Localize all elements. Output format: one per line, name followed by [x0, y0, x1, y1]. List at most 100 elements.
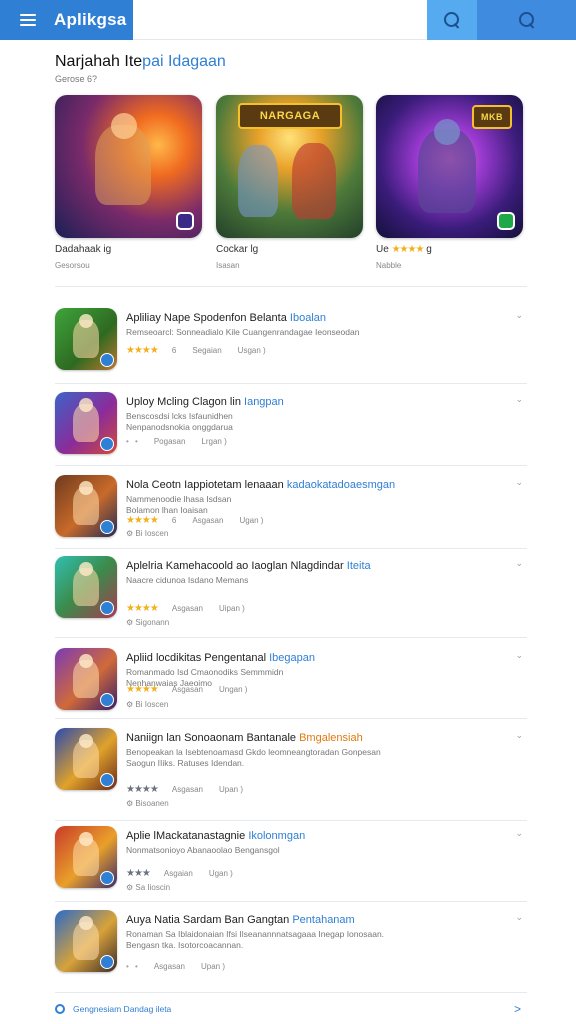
item-extra: ⚙ Bisoanen [126, 799, 169, 808]
rating-stars: ★★★★ [126, 684, 159, 695]
item-title: Nola Ceotn Iappiotetam lenaaan kadaokata… [126, 479, 396, 491]
chevron-down-icon[interactable]: ⌄ [515, 650, 523, 661]
app-title: Aplikgsa [54, 10, 127, 29]
app-icon[interactable] [55, 475, 117, 537]
app-icon[interactable] [55, 728, 117, 790]
search-button-secondary[interactable] [477, 0, 576, 40]
chevron-down-icon[interactable]: ⌄ [515, 828, 523, 839]
chevron-down-icon[interactable]: ⌄ [515, 558, 523, 569]
app-icon[interactable] [55, 308, 117, 370]
footer-link[interactable]: Gengnesiam Dandag ileta > [55, 1002, 527, 1016]
game-logo: MKB [472, 105, 512, 129]
search-icon [518, 11, 536, 29]
list-item[interactable]: Uploy Mcling Clagon lin Iangpan Benscosd… [55, 392, 527, 474]
rating-stars: ★★★★ [126, 345, 159, 356]
app-icon[interactable] [55, 826, 117, 888]
app-icon[interactable] [55, 648, 117, 710]
rating-stars: ★★★★ [126, 515, 159, 526]
search-button[interactable] [427, 0, 477, 40]
featured-card[interactable]: MKB Ue ★★★★ g Nabble [376, 95, 523, 270]
chevron-right-icon[interactable]: > [514, 1002, 521, 1016]
featured-image[interactable] [55, 95, 202, 238]
item-title: Aplelria Kamehacoold ao Iaoglan Nlagdind… [126, 560, 371, 572]
item-description: Ronaman Sa Iblaidonaian Ifsi Ilseanannna… [126, 929, 385, 950]
rating-stars: ★★★★ [391, 244, 425, 255]
list-item[interactable]: Apliliay Nape Spodenfon Belanta Iboalan … [55, 308, 527, 390]
list-item[interactable]: Naniign lan Sonoaonam Bantanale Bmgalens… [55, 728, 527, 810]
item-info: ★★★★ 6 Segaian Usgan ) [126, 345, 266, 356]
list-item[interactable]: Aplelria Kamehacoold ao Iaoglan Nlagdind… [55, 556, 527, 638]
app-badge-icon [100, 871, 114, 885]
divider [55, 637, 527, 638]
section-subtitle: Gerose 6? [55, 74, 98, 84]
item-description: Nammenoodie lhasa Isdsan Bolamon lhan Ioa… [126, 494, 232, 515]
list-item[interactable]: Aplie lMackatanastagnie Ikolonmgan Nonma… [55, 826, 527, 908]
menu-icon[interactable] [20, 14, 36, 26]
rating-stars: ★★★ [126, 868, 151, 879]
item-info: ★★★★ 6 Asgasan Ugan ) [126, 515, 264, 526]
app-icon[interactable] [55, 910, 117, 972]
item-description: Nonmatsonioyo Abanaoolao Bengansgol [126, 845, 280, 855]
app-badge-icon [497, 212, 515, 230]
featured-card[interactable]: NARGAGA Cockar lg Isasan [216, 95, 363, 270]
item-info: • • Pogasan Lrgan ) [126, 437, 227, 446]
featured-name: Dadahaak ig [55, 244, 112, 255]
item-extra: ⚙ Sigonann [126, 618, 170, 627]
brand-block[interactable]: Aplikgsa [0, 0, 133, 40]
section-title-accent: pai Idagaan [142, 53, 226, 70]
item-extra: ⚙ Bi Ioscen [126, 700, 169, 709]
game-logo: NARGAGA [238, 103, 342, 129]
item-title: Aplie lMackatanastagnie Ikolonmgan [126, 830, 306, 842]
featured-meta: Isasan [216, 261, 240, 270]
chevron-down-icon[interactable]: ⌄ [515, 477, 523, 488]
app-badge-icon [100, 693, 114, 707]
app-badge-icon [100, 353, 114, 367]
app-badge-icon [100, 601, 114, 615]
chevron-down-icon[interactable]: ⌄ [515, 394, 523, 405]
list-item[interactable]: Auya Natia Sardam Ban Gangtan Pentahanam… [55, 910, 527, 992]
chevron-down-icon[interactable]: ⌄ [515, 730, 523, 741]
footer-label: Gengnesiam Dandag ileta [73, 1004, 172, 1014]
rating-stars: ★★★★ [126, 603, 159, 614]
divider [55, 548, 527, 549]
app-badge-icon [100, 437, 114, 451]
divider [55, 286, 527, 287]
search-icon [443, 11, 461, 29]
featured-image[interactable]: NARGAGA [216, 95, 363, 238]
item-info: • • Asgasan Upan ) [126, 962, 225, 971]
app-icon[interactable] [55, 392, 117, 454]
item-info: ★★★★ Asgasan Ungan ) [126, 684, 248, 695]
app-badge-icon [176, 212, 194, 230]
featured-card[interactable]: Dadahaak ig Gesorsou [55, 95, 202, 270]
item-title: Auya Natia Sardam Ban Gangtan Pentahanam [126, 914, 355, 926]
app-icon[interactable] [55, 556, 117, 618]
list-item[interactable]: Nola Ceotn Iappiotetam lenaaan kadaokata… [55, 475, 527, 557]
divider [55, 718, 527, 719]
item-description: Remseoarcl: Sonneadialo Kile Cuangenrand… [126, 327, 360, 337]
chevron-down-icon[interactable]: ⌄ [515, 912, 523, 923]
divider [55, 465, 527, 466]
item-extra: ⚙ Bi Ioscen [126, 529, 169, 538]
item-extra: ⚙ Sa Iioscin [126, 883, 171, 892]
featured-name: Ue ★★★★ g [376, 244, 432, 255]
item-title: Apliid locdikitas Pengentanal Ibegapan [126, 652, 315, 664]
divider [55, 901, 527, 902]
chevron-down-icon[interactable]: ⌄ [515, 310, 523, 321]
featured-meta: Gesorsou [55, 261, 90, 270]
featured-name: Cockar lg [216, 244, 259, 255]
section-title: Narjahah Itepai Idagaan [55, 53, 226, 71]
item-title: Uploy Mcling Clagon lin Iangpan [126, 396, 284, 408]
item-description: Benopeakan la Isebtenoamasd Gkdo leomnea… [126, 747, 381, 768]
item-title: Naniign lan Sonoaonam Bantanale Bmgalens… [126, 732, 363, 744]
top-bar: Aplikgsa [0, 0, 576, 40]
item-description: Naacre cidunoa Isdano Memans [126, 575, 249, 585]
item-info: ★★★★ Asgasan Uipan ) [126, 603, 245, 614]
item-title: Apliliay Nape Spodenfon Belanta Iboalan [126, 312, 326, 324]
featured-image[interactable]: MKB [376, 95, 523, 238]
info-icon [55, 1004, 65, 1014]
app-badge-icon [100, 955, 114, 969]
featured-meta: Nabble [376, 261, 402, 270]
app-badge-icon [100, 773, 114, 787]
item-description: Benscosdsi lcks Isfaunidhen Nenpanodsnoki… [126, 411, 233, 432]
divider [55, 992, 527, 993]
